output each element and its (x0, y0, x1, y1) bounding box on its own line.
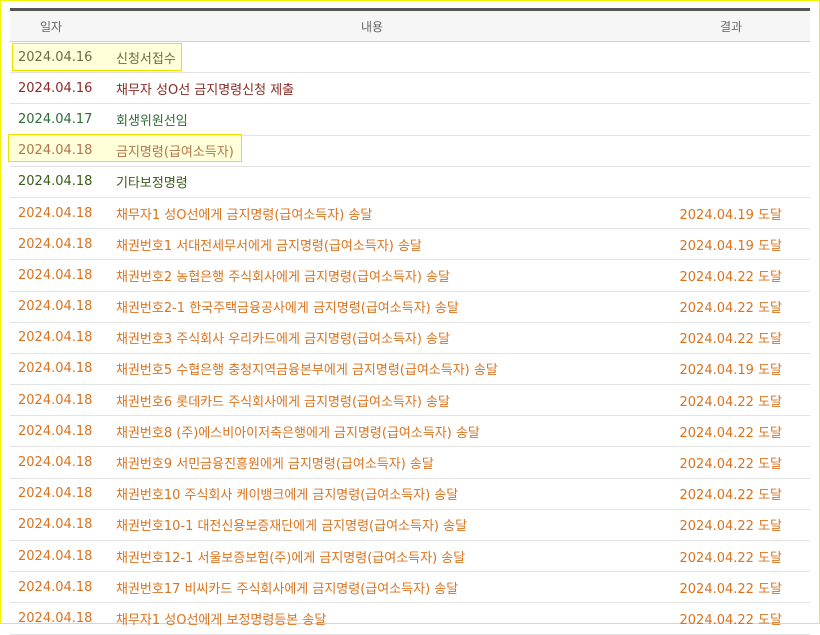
row-date: 2024.04.17 (18, 111, 93, 127)
row-date: 2024.04.18 (18, 299, 93, 315)
table-row: 2024.04.18 채권번호1 서대전세무서에게 금지명령(급여소득자) 송달 2… (10, 229, 810, 261)
table-row: 2024.04.18 채권번호3 주식회사 우리카드에게 금지명령(급여소득자) … (10, 323, 810, 354)
row-content: 채권번호1 서대전세무서에게 금지명령(급여소득자) 송달 (116, 238, 422, 254)
row-content: 채권번호17 비씨카드 주식회사에게 금지명령(급여소득자) 송달 (116, 581, 459, 597)
row-result: 2024.04.22 도달 (679, 301, 783, 317)
table-row: 2024.04.18 채권번호10 주식회사 케이뱅크에게 금지명령(급여소득자)… (10, 479, 810, 510)
row-content: 채권번호3 주식회사 우리카드에게 금지명령(급여소득자) 송달 (116, 332, 450, 348)
row-date: 2024.04.18 (18, 361, 93, 377)
row-date: 2024.04.18 (18, 267, 93, 283)
row-result: 2024.04.22 도달 (679, 457, 783, 473)
table-row: 2024.04.18 채권번호6 롯데카드 주식회사에게 금지명령(급여소득자) … (10, 385, 810, 417)
table-row: 2024.04.18 채권번호10-1 대전신용보증재단에게 금지명령(급여소득자… (10, 510, 810, 541)
row-content: 채무자1 성O선에게 금지명령(급여소득자) 송달 (116, 207, 373, 223)
row-date: 2024.04.16 (18, 49, 93, 65)
row-result: 2024.04.22 도달 (679, 581, 783, 597)
table-row: 2024.04.17 회생위원선임 (10, 104, 810, 136)
table-body: 2024.04.16 신청서접수 2024.04.16 채무자 성O선 금지명령신청 … (10, 42, 810, 635)
row-content: 채권번호8 (주)에스비아이저축은행에게 금지명령(급여소득자) 송달 (116, 425, 480, 441)
case-progress-table: 일자 내용 결과 2024.04.16 신청서접수 2024.04.16 채무자 성O… (10, 8, 810, 635)
table-row: 2024.04.18 채권번호12-1 서울보증보험(주)에게 금지명령(급여소득… (10, 541, 810, 573)
row-content: 기타보정명령 (116, 176, 188, 192)
row-content: 회생위원선임 (116, 113, 188, 129)
table-row: 2024.04.18 채권번호5 수협은행 충청지역금융본부에게 금지명령(급여소… (10, 354, 810, 386)
row-content: 채권번호9 서민금융진흥원에게 금지명령(급여소득자) 송달 (116, 457, 434, 473)
header-date: 일자 (39, 19, 63, 34)
row-date: 2024.04.18 (18, 423, 93, 439)
table-row: 2024.04.18 채권번호2-1 한국주택금융공사에게 금지명령(급여소득자)… (10, 292, 810, 323)
row-result: 2024.04.22 도달 (679, 332, 783, 348)
row-date: 2024.04.18 (18, 455, 93, 471)
table-row: 2024.04.18 채무자1 성O선에게 금지명령(급여소득자) 송달 2024.… (10, 198, 810, 230)
table-row: 2024.04.18 채권번호9 서민금융진흥원에게 금지명령(급여소득자) 송달… (10, 447, 810, 479)
row-content: 금지명령(급여소득자) (116, 145, 234, 161)
row-date: 2024.04.18 (18, 579, 93, 595)
row-date: 2024.04.18 (18, 486, 93, 502)
row-date: 2024.04.18 (18, 548, 93, 564)
row-content: 신청서접수 (116, 51, 176, 67)
table-row: 2024.04.18 금지명령(급여소득자) (10, 136, 810, 167)
row-result: 2024.04.22 도달 (679, 394, 783, 410)
row-date: 2024.04.18 (18, 392, 93, 408)
row-content: 채권번호6 롯데카드 주식회사에게 금지명령(급여소득자) 송달 (116, 394, 450, 410)
row-date: 2024.04.18 (18, 330, 93, 346)
row-result: 2024.04.22 도달 (679, 269, 783, 285)
row-result: 2024.04.19 도달 (679, 238, 783, 254)
row-content: 채권번호5 수협은행 충청지역금융본부에게 금지명령(급여소득자) 송달 (116, 363, 498, 379)
row-result: 2024.04.22 도달 (679, 550, 783, 566)
table-row: 2024.04.18 채권번호17 비씨카드 주식회사에게 금지명령(급여소득자)… (10, 572, 810, 604)
row-result: 2024.04.22 도달 (679, 612, 783, 628)
row-content: 채권번호10-1 대전신용보증재단에게 금지명령(급여소득자) 송달 (116, 519, 468, 535)
header-result: 결과 (719, 19, 743, 34)
row-date: 2024.04.16 (18, 80, 93, 96)
table-row: 2024.04.16 신청서접수 (10, 42, 810, 74)
row-date: 2024.04.18 (18, 517, 93, 533)
header-content: 내용 (360, 19, 384, 34)
table-row: 2024.04.18 채권번호2 농협은행 주식회사에게 금지명령(급여소득자) … (10, 260, 810, 292)
row-content: 채권번호10 주식회사 케이뱅크에게 금지명령(급여소득자) 송달 (116, 488, 459, 504)
row-content: 채권번호12-1 서울보증보험(주)에게 금지명령(급여소득자) 송달 (116, 550, 466, 566)
row-date: 2024.04.18 (18, 205, 93, 221)
row-content: 채무자1 성O선에게 보정명령등본 송달 (116, 612, 327, 628)
row-date: 2024.04.18 (18, 236, 93, 252)
table-row: 2024.04.18 기타보정명령 (10, 167, 810, 198)
row-result: 2024.04.19 도달 (679, 207, 783, 223)
row-result: 2024.04.22 도달 (679, 519, 783, 535)
row-date: 2024.04.18 (18, 174, 93, 190)
row-date: 2024.04.18 (18, 143, 93, 159)
row-content: 채무자 성O선 금지명령신청 제출 (116, 82, 295, 98)
row-result: 2024.04.22 도달 (679, 488, 783, 504)
table-row: 2024.04.18 채무자1 성O선에게 보정명령등본 송달 2024.04.22… (10, 603, 810, 635)
table-row: 2024.04.18 채권번호8 (주)에스비아이저축은행에게 금지명령(급여소득… (10, 416, 810, 448)
table-header: 일자 내용 결과 (10, 8, 810, 42)
row-content: 채권번호2 농협은행 주식회사에게 금지명령(급여소득자) 송달 (116, 269, 450, 285)
row-result: 2024.04.22 도달 (679, 425, 783, 441)
row-result: 2024.04.19 도달 (679, 363, 783, 379)
row-content: 채권번호2-1 한국주택금융공사에게 금지명령(급여소득자) 송달 (116, 301, 459, 317)
table-row: 2024.04.16 채무자 성O선 금지명령신청 제출 (10, 73, 810, 105)
